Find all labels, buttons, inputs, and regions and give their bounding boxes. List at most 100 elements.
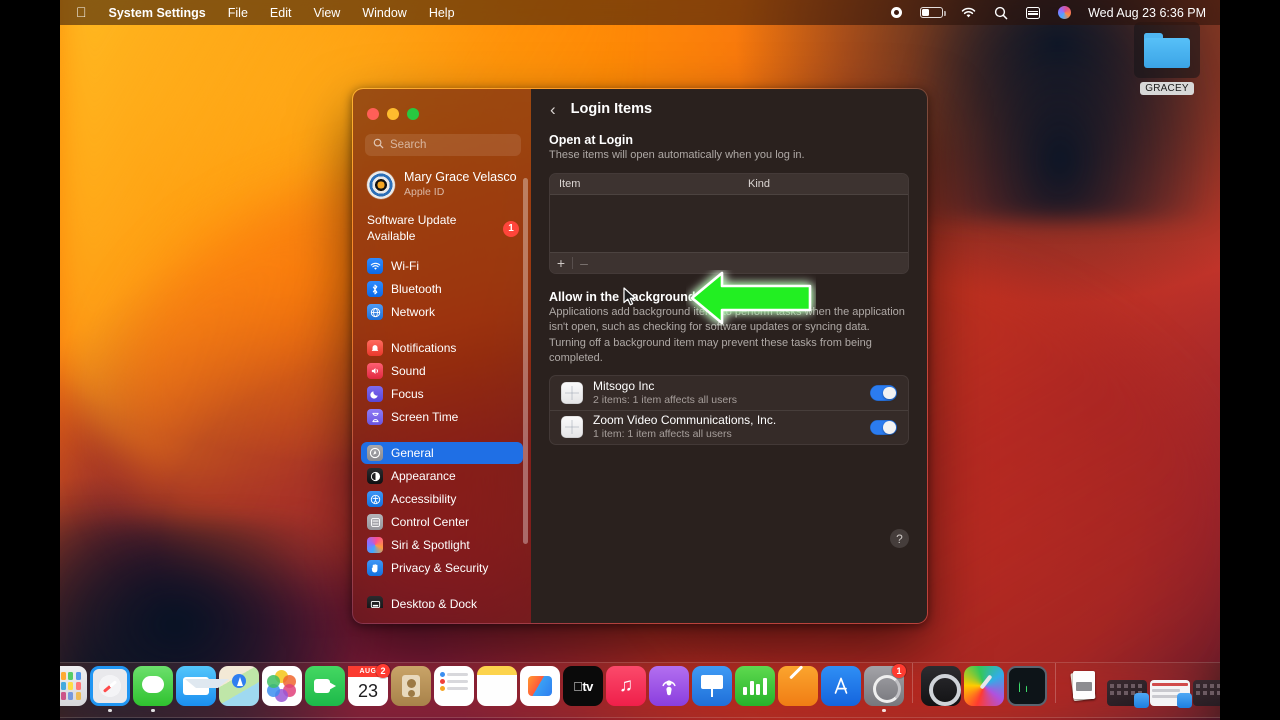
sidebar-item-control-center[interactable]: Control Center <box>361 511 523 533</box>
accessibility-icon <box>367 491 383 508</box>
screen-record-icon[interactable] <box>882 7 911 18</box>
column-header-item[interactable]: Item <box>550 178 748 190</box>
search-input[interactable]: Search <box>365 134 521 156</box>
reminders-icon <box>434 666 474 706</box>
menu-item-help[interactable]: Help <box>418 6 466 20</box>
siri-icon[interactable] <box>1049 6 1080 19</box>
list-item[interactable]: Mitsogo Inc 2 items: 1 item affects all … <box>550 376 908 410</box>
desktop-folder-label: GRACEY <box>1140 82 1194 95</box>
sidebar-item-desktop-dock[interactable]: Desktop & Dock <box>361 593 523 608</box>
avatar <box>367 170 395 199</box>
login-items-table[interactable]: Item Kind + – <box>549 173 909 275</box>
sidebar-item-sound[interactable]: Sound <box>361 360 523 382</box>
help-button[interactable]: ? <box>890 529 909 548</box>
running-indicator <box>624 709 628 713</box>
column-header-kind[interactable]: Kind <box>748 178 908 190</box>
generic-app-icon <box>561 381 583 404</box>
dock-item-music[interactable]: ♫ <box>605 666 647 712</box>
sidebar-item-appearance[interactable]: Appearance <box>361 465 523 487</box>
sidebar-item-privacy-security[interactable]: Privacy & Security <box>361 557 523 579</box>
dock-item-mail[interactable] <box>175 666 229 712</box>
sidebar-scroll-area[interactable]: Mary Grace Velasco Apple ID Software Upd… <box>353 156 531 608</box>
back-chevron-icon[interactable]: ‹ <box>547 99 559 120</box>
running-indicator <box>1168 709 1172 713</box>
apple-logo-icon[interactable]:  <box>76 5 98 21</box>
settings-detail-pane: ‹ Login Items Open at Login These items … <box>531 89 927 623</box>
dock-item-minimized-window-2[interactable] <box>1149 666 1192 713</box>
remove-login-item-button[interactable]: – <box>573 256 595 270</box>
dock-item-photos[interactable] <box>261 666 303 712</box>
dock-item-freeform[interactable] <box>519 666 561 712</box>
dock-item-reminders[interactable] <box>433 666 475 712</box>
dock-item-quicktime[interactable] <box>920 666 962 712</box>
dock-item-safari[interactable] <box>89 666 131 712</box>
running-indicator <box>366 709 370 713</box>
dock-item-contacts[interactable] <box>390 666 432 712</box>
running-indicator <box>753 709 757 713</box>
dock-item-numbers[interactable] <box>734 666 776 712</box>
sidebar-item-accessibility[interactable]: Accessibility <box>361 488 523 510</box>
sidebar-item-bluetooth[interactable]: Bluetooth <box>361 278 523 300</box>
zoom-button[interactable] <box>407 108 419 120</box>
table-body-empty[interactable] <box>550 195 908 253</box>
control-center-icon[interactable] <box>1017 6 1049 19</box>
screen-bezel-left <box>0 0 60 720</box>
menu-bar-left:  System Settings File Edit View Window … <box>60 5 466 21</box>
dock-divider <box>912 663 913 703</box>
dock-item-facetime[interactable] <box>304 666 346 712</box>
minimize-button[interactable] <box>387 108 399 120</box>
wifi-icon[interactable] <box>952 7 985 19</box>
siri-icon <box>367 537 383 554</box>
menu-item-view[interactable]: View <box>302 6 351 20</box>
menu-item-file[interactable]: File <box>217 6 259 20</box>
menu-item-system-settings[interactable]: System Settings <box>98 6 217 20</box>
sidebar-account-row[interactable]: Mary Grace Velasco Apple ID <box>353 164 531 203</box>
sidebar-item-network[interactable]: Network <box>361 301 523 323</box>
add-login-item-button[interactable]: + <box>550 256 572 270</box>
menu-item-edit[interactable]: Edit <box>259 6 303 20</box>
dock-item-activity-monitor[interactable] <box>1006 666 1048 712</box>
dock-item-notes[interactable] <box>476 666 518 712</box>
menu-bar-status-area: Wed Aug 23 6:36 PM <box>882 6 1220 20</box>
dock-item-tv[interactable]: tv <box>562 666 604 712</box>
sidebar-item-wifi[interactable]: Wi-Fi <box>361 255 523 277</box>
sidebar-item-label: Accessibility <box>391 492 457 507</box>
menu-bar-clock[interactable]: Wed Aug 23 6:36 PM <box>1080 6 1206 20</box>
dock-item-colorsync[interactable] <box>963 666 1005 712</box>
running-indicator <box>1211 709 1215 713</box>
search-placeholder: Search <box>390 139 427 151</box>
pages-icon <box>778 666 818 706</box>
close-button[interactable] <box>367 108 379 120</box>
sidebar-software-update-row[interactable]: Software Update Available 1 <box>353 203 531 252</box>
dock-item-calendar[interactable]: 2 AUG 23 <box>347 664 390 713</box>
sidebar-item-label: General <box>391 446 434 461</box>
battery-icon[interactable] <box>911 7 952 18</box>
background-toggle[interactable] <box>870 385 897 401</box>
menu-item-window[interactable]: Window <box>351 6 417 20</box>
menu-bar:  System Settings File Edit View Window … <box>60 0 1220 25</box>
dock-item-messages[interactable] <box>132 666 174 712</box>
calendar-icon: 2 AUG 23 <box>348 664 390 706</box>
background-toggle[interactable] <box>870 419 897 436</box>
desktop-folder-gracey[interactable]: GRACEY <box>1134 22 1200 98</box>
dock-item-minimized-window-1[interactable] <box>1106 666 1149 712</box>
search-icon <box>373 136 384 154</box>
dock-item-podcasts[interactable] <box>648 666 690 712</box>
dock-item-system-settings[interactable]: 1 <box>863 664 906 712</box>
sidebar-group-general: General Appearance Accessibility Control… <box>353 439 531 579</box>
search-icon[interactable] <box>985 6 1017 20</box>
desktop-folder-selection[interactable] <box>1134 22 1200 78</box>
sidebar-item-focus[interactable]: Focus <box>361 383 523 405</box>
sidebar-item-label: Notifications <box>391 341 457 356</box>
dock-item-app-store[interactable] <box>820 666 862 712</box>
dock-item-pages[interactable] <box>777 666 819 712</box>
dock-item-keynote[interactable] <box>691 666 733 712</box>
sidebar-item-siri-spotlight[interactable]: Siri & Spotlight <box>361 534 523 556</box>
list-item[interactable]: Zoom Video Communications, Inc. 1 item: … <box>550 409 908 444</box>
dock-item-document-stack[interactable] <box>1063 666 1105 712</box>
sidebar-item-notifications[interactable]: Notifications <box>361 337 523 359</box>
sidebar-item-general[interactable]: General <box>361 442 523 465</box>
running-indicator <box>1025 709 1029 713</box>
sidebar-item-screen-time[interactable]: Screen Time <box>361 406 523 428</box>
sidebar-scrollbar[interactable] <box>523 178 528 544</box>
